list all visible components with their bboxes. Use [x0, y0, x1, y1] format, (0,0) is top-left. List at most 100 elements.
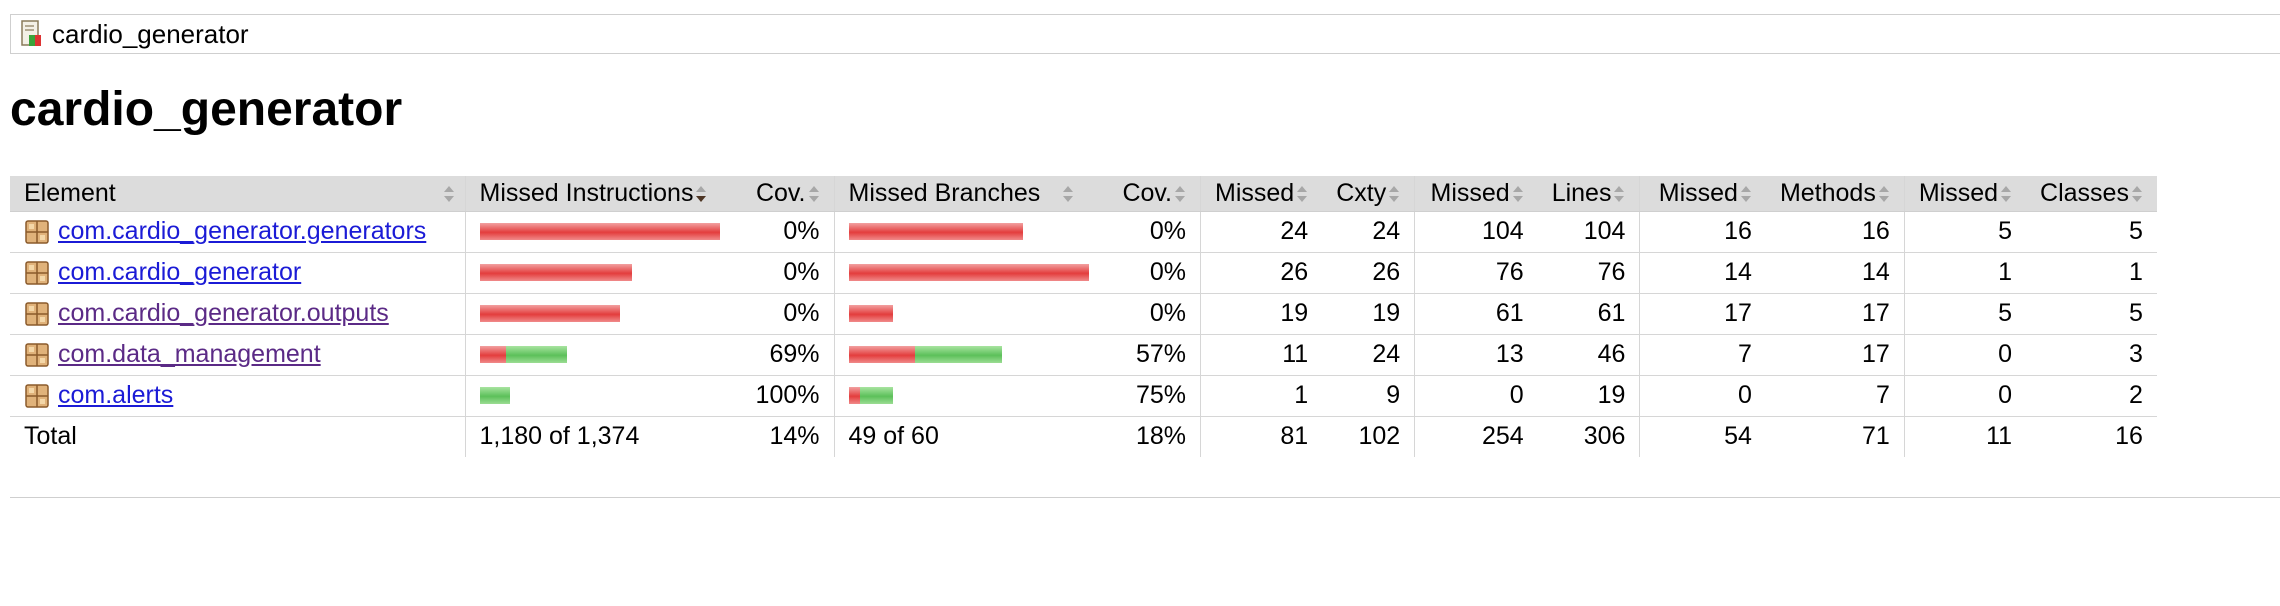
missed-segment — [848, 305, 893, 322]
missed-instructions-cell — [464, 211, 739, 253]
covered-segment — [914, 346, 1002, 363]
element-cell: com.alerts — [10, 375, 465, 417]
missed-classes-cell: 1 — [1903, 252, 2027, 294]
missed-methods-cell: 16 — [1639, 211, 1766, 253]
covered-segment — [505, 346, 567, 363]
missed-branches-cell — [833, 211, 1103, 253]
sort-arrows-icon — [443, 186, 454, 202]
missed-branches-cell — [833, 252, 1103, 294]
missed-classes-cell: 5 — [1903, 211, 2027, 253]
cov-branches-cell: 57% — [1102, 334, 1201, 376]
column-header-cov-instructions[interactable]: Cov. — [739, 176, 834, 212]
package-icon — [25, 342, 49, 367]
column-header-methods[interactable]: Methods — [1765, 176, 1905, 212]
total-classes: 16 — [2026, 416, 2157, 457]
table-row: com.cardio_generator.generators 0% 0% 24 24 1… — [10, 211, 2157, 253]
column-header-missed-classes[interactable]: Missed — [1903, 176, 2027, 212]
sort-arrows-icon — [808, 185, 819, 202]
cov-instructions-cell: 69% — [739, 334, 834, 376]
cov-instructions-cell: 0% — [739, 252, 834, 294]
footer-divider — [10, 497, 2280, 498]
missed-segment — [479, 305, 620, 322]
branch-coverage-bar — [848, 264, 1089, 281]
missed-methods-cell: 17 — [1639, 293, 1766, 335]
covered-segment — [479, 387, 510, 404]
missed-lines-cell: 61 — [1414, 293, 1538, 335]
missed-segment — [848, 387, 860, 404]
lines-cell: 76 — [1537, 252, 1640, 294]
branch-coverage-bar — [848, 223, 1089, 240]
sort-arrows-icon — [1063, 185, 1074, 202]
classes-cell: 1 — [2026, 252, 2157, 294]
element-cell: com.cardio_generator — [10, 252, 465, 294]
package-icon — [25, 383, 49, 408]
cov-branches-cell: 0% — [1102, 211, 1201, 253]
table-total-row: Total 1,180 of 1,374 14% 49 of 60 18% 81… — [10, 416, 2157, 457]
package-icon — [25, 260, 49, 285]
package-link[interactable]: com.alerts — [58, 381, 173, 410]
missed-cxty-cell: 24 — [1200, 211, 1323, 253]
missed-lines-cell: 104 — [1414, 211, 1538, 253]
breadcrumb: cardio_generator — [10, 14, 2280, 54]
sort-arrows-icon — [2131, 185, 2142, 202]
package-link[interactable]: com.cardio_generator — [58, 258, 301, 287]
methods-cell: 16 — [1765, 211, 1905, 253]
classes-cell: 5 — [2026, 293, 2157, 335]
lines-cell: 19 — [1537, 375, 1640, 417]
total-cov-branches: 18% — [1102, 416, 1201, 457]
sort-arrows-icon — [1175, 185, 1185, 202]
column-header-element[interactable]: Element — [10, 176, 465, 212]
column-header-missed-lines[interactable]: Missed — [1414, 176, 1538, 212]
methods-cell: 14 — [1765, 252, 1905, 294]
sort-arrows-icon — [1389, 185, 1400, 202]
instruction-coverage-bar — [479, 264, 726, 281]
column-header-missed-instructions[interactable]: Missed Instructions — [464, 176, 739, 212]
package-link[interactable]: com.cardio_generator.generators — [58, 217, 426, 246]
missed-cxty-cell: 1 — [1200, 375, 1323, 417]
methods-cell: 17 — [1765, 293, 1905, 335]
total-missed-methods: 54 — [1639, 416, 1766, 457]
classes-cell: 2 — [2026, 375, 2157, 417]
instruction-coverage-bar — [479, 346, 726, 363]
column-header-cxty[interactable]: Cxty — [1322, 176, 1415, 212]
cxty-cell: 24 — [1322, 334, 1415, 376]
sort-arrows-icon — [1740, 185, 1751, 202]
total-missed-classes: 11 — [1903, 416, 2027, 457]
cxty-cell: 24 — [1322, 211, 1415, 253]
missed-segment — [479, 264, 632, 281]
total-missed-branches: 49 of 60 — [833, 416, 1103, 457]
column-header-lines[interactable]: Lines — [1537, 176, 1640, 212]
lines-cell: 61 — [1537, 293, 1640, 335]
column-header-missed-cxty[interactable]: Missed — [1200, 176, 1323, 212]
cxty-cell: 19 — [1322, 293, 1415, 335]
page-title: cardio_generator — [10, 83, 403, 136]
package-icon — [25, 301, 49, 326]
table-body: com.cardio_generator.generators 0% 0% 24 24 1… — [10, 211, 2157, 417]
missed-methods-cell: 0 — [1639, 375, 1766, 417]
package-link[interactable]: com.data_management — [58, 340, 321, 369]
sort-descending-icon — [696, 185, 707, 202]
instruction-coverage-bar — [479, 223, 726, 240]
classes-cell: 5 — [2026, 211, 2157, 253]
cxty-cell: 26 — [1322, 252, 1415, 294]
report-icon — [21, 20, 41, 46]
instruction-coverage-bar — [479, 305, 726, 322]
element-cell: com.cardio_generator.generators — [10, 211, 465, 253]
package-link[interactable]: com.cardio_generator.outputs — [58, 299, 389, 328]
missed-cxty-cell: 11 — [1200, 334, 1323, 376]
column-header-cov-branches[interactable]: Cov. — [1102, 176, 1201, 212]
instruction-coverage-bar — [479, 387, 726, 404]
missed-classes-cell: 0 — [1903, 334, 2027, 376]
missed-classes-cell: 5 — [1903, 293, 2027, 335]
column-header-missed-methods[interactable]: Missed — [1639, 176, 1766, 212]
total-cov-instructions: 14% — [739, 416, 834, 457]
column-header-missed-branches[interactable]: Missed Branches — [833, 176, 1103, 212]
missed-branches-cell — [833, 375, 1103, 417]
element-cell: com.data_management — [10, 334, 465, 376]
cxty-cell: 9 — [1322, 375, 1415, 417]
classes-cell: 3 — [2026, 334, 2157, 376]
column-header-classes[interactable]: Classes — [2026, 176, 2157, 212]
missed-cxty-cell: 26 — [1200, 252, 1323, 294]
total-missed-lines: 254 — [1414, 416, 1538, 457]
branch-coverage-bar — [848, 305, 1089, 322]
